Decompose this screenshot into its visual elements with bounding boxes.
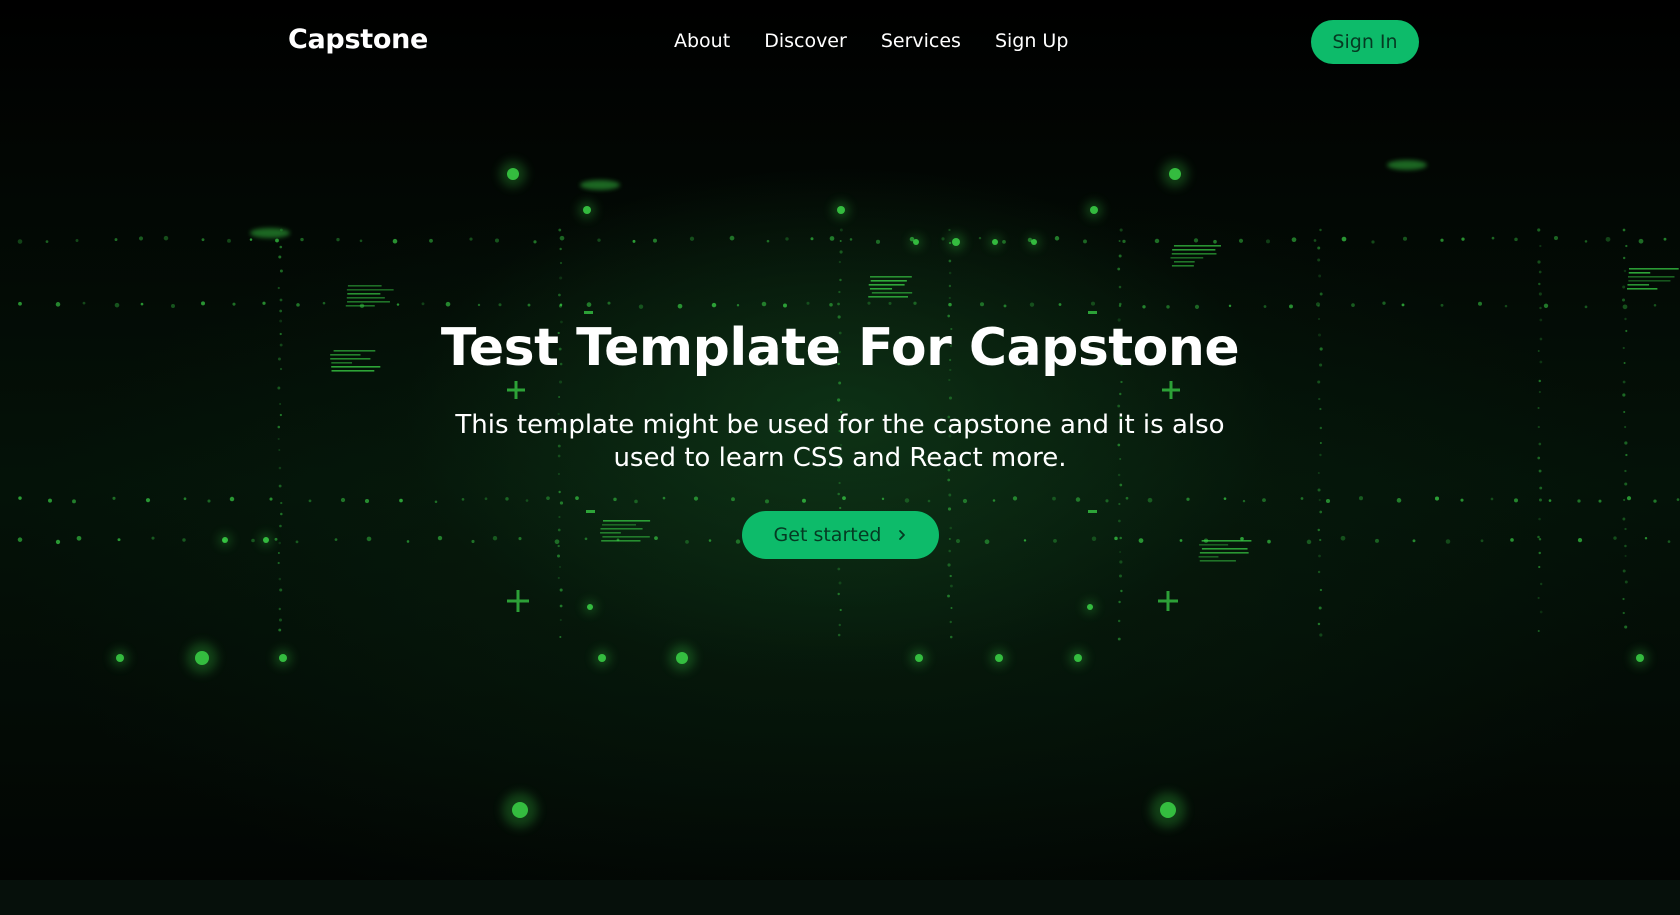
nav-link-services[interactable]: Services [881, 30, 961, 52]
landing-page: Capstone About Discover Services Sign Up… [0, 0, 1680, 915]
logo[interactable]: Capstone [288, 24, 428, 55]
hero-subtitle: This template might be used for the caps… [455, 410, 1225, 473]
nav-link-sign-up[interactable]: Sign Up [995, 30, 1068, 52]
bottom-strip [0, 880, 1680, 915]
nav-links: About Discover Services Sign Up [674, 30, 1102, 52]
hero-title: Test Template For Capstone [440, 318, 1240, 378]
get-started-button[interactable]: Get started [742, 511, 939, 559]
chevron-right-icon [899, 530, 906, 540]
navbar: Capstone About Discover Services Sign Up… [0, 0, 1680, 84]
nav-link-about[interactable]: About [674, 30, 730, 52]
sign-in-button[interactable]: Sign In [1311, 20, 1419, 64]
nav-link-discover[interactable]: Discover [764, 30, 847, 52]
get-started-label: Get started [773, 524, 882, 546]
